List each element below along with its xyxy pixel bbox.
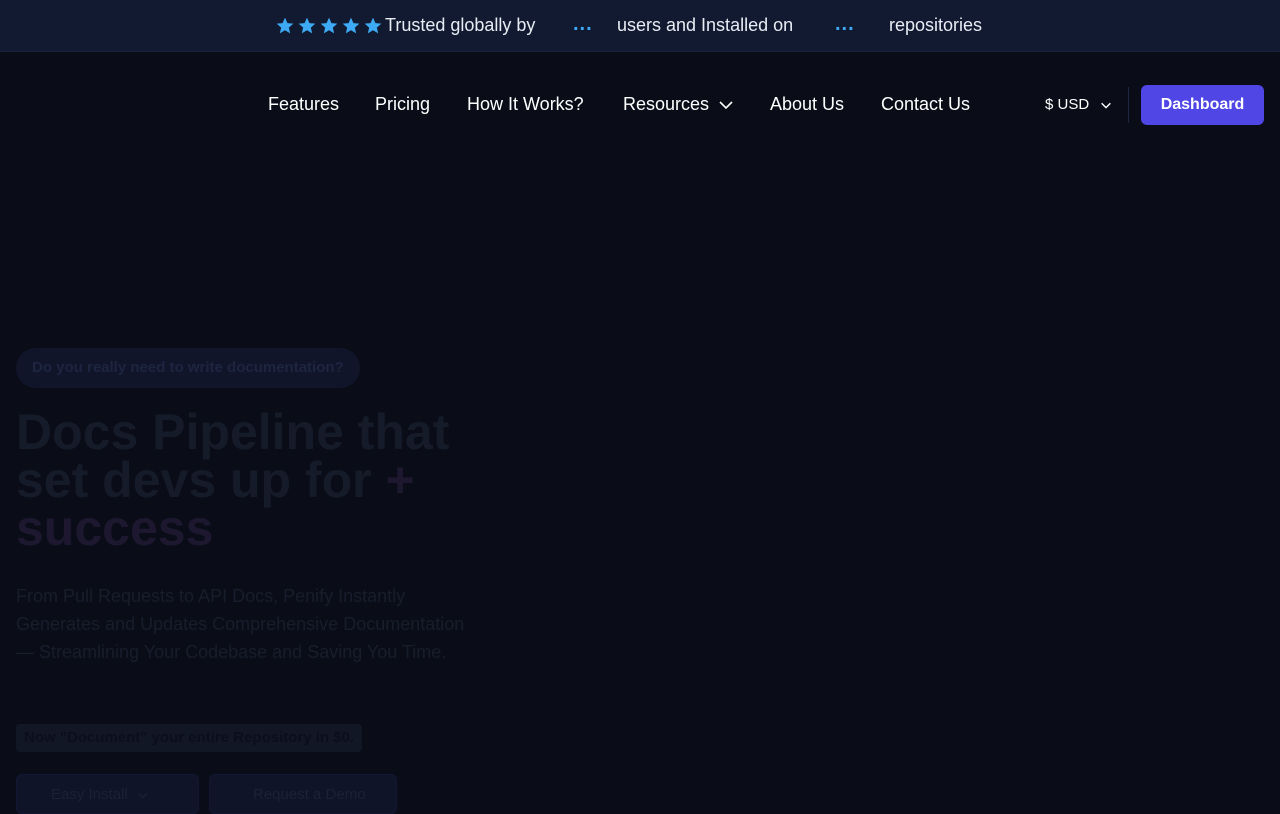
announcement-bar: Trusted globally by ... users and Instal… (0, 0, 1280, 52)
hero-headline: Docs Pipeline that set devs up for + suc… (16, 407, 476, 553)
headline-line-3: success (16, 500, 214, 556)
star-icon (320, 17, 338, 34)
chevron-down-icon (719, 101, 733, 110)
hero-badge: Do you really need to write documentatio… (16, 348, 360, 388)
star-icon (364, 17, 382, 34)
star-icon (342, 17, 360, 34)
repos-count: ... (835, 13, 855, 35)
repositories-text: repositories (889, 15, 983, 35)
headline-plus: + (385, 452, 415, 508)
nav-resources[interactable]: Resources (623, 94, 734, 115)
nav-about-us[interactable]: About Us (770, 94, 844, 115)
nav-resources-label: Resources (623, 94, 710, 114)
installed-text: users and Installed on (617, 15, 794, 35)
currency-selector[interactable]: $ USD (1045, 96, 1113, 113)
currency-label: $ USD (1045, 96, 1090, 113)
chevron-down-icon (1101, 102, 1112, 109)
main-nav: Features Pricing How It Works? Resources… (0, 85, 1280, 125)
dashboard-button[interactable]: Dashboard (1141, 85, 1264, 125)
nav-how-it-works[interactable]: How It Works? (467, 94, 584, 115)
nav-divider (1128, 87, 1129, 123)
trusted-text: Trusted globally by (385, 15, 536, 35)
chevron-down-icon (138, 792, 148, 799)
rating-stars (275, 16, 383, 36)
nav-pricing[interactable]: Pricing (375, 94, 430, 115)
users-count: ... (573, 13, 593, 35)
nav-contact-us[interactable]: Contact Us (881, 94, 970, 115)
hero-subtitle: From Pull Requests to API Docs, Penify I… (16, 586, 465, 662)
star-icon (276, 17, 294, 34)
request-demo-button[interactable]: Request a Demo (209, 774, 397, 814)
promo-banner: Now "Document" your entire Repository in… (16, 724, 363, 752)
easy-install-button[interactable]: Easy Install (16, 774, 199, 814)
nav-features[interactable]: Features (268, 94, 339, 115)
star-icon (298, 17, 316, 34)
